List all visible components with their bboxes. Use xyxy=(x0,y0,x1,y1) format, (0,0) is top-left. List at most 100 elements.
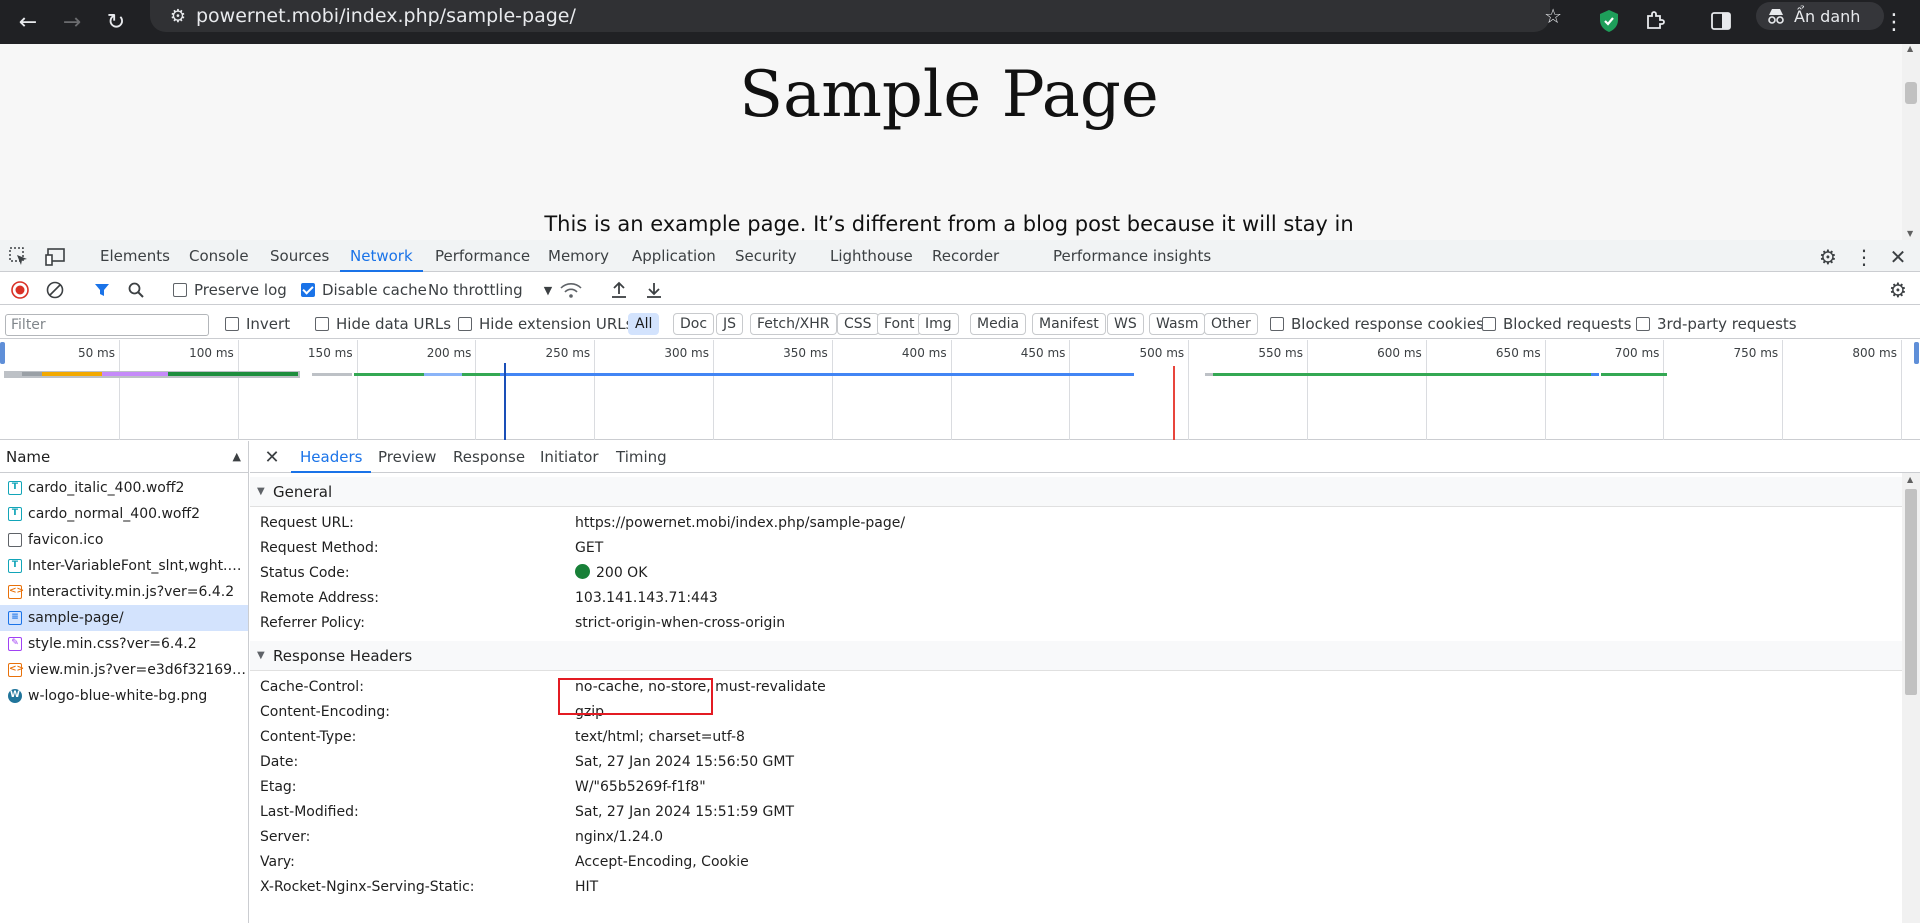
filter-type-css[interactable]: CSS xyxy=(837,313,879,335)
tab-response[interactable]: Response xyxy=(453,441,525,473)
request-row[interactable]: <> interactivity.min.js?ver=6.4.2 xyxy=(0,579,248,605)
header-value[interactable]: GET xyxy=(575,536,603,561)
network-settings-gear-icon[interactable]: ⚙ xyxy=(1886,278,1910,302)
request-row[interactable]: <> view.min.js?ver=e3d6f3216904ee1a7f3a xyxy=(0,657,248,683)
detail-scrollbar-thumb[interactable] xyxy=(1905,489,1917,695)
filter-type-doc[interactable]: Doc xyxy=(673,313,715,335)
header-value[interactable]: text/html; charset=utf-8 xyxy=(575,725,745,750)
timeline-range-handle-right[interactable] xyxy=(1914,342,1919,364)
filter-type-ws[interactable]: WS xyxy=(1107,313,1144,335)
invert-checkbox[interactable]: Invert xyxy=(225,315,290,333)
tab-headers[interactable]: Headers xyxy=(290,441,372,473)
network-timeline-overview[interactable]: 50 ms 100 ms 150 ms 200 ms 250 ms 300 ms 350 m… xyxy=(0,340,1920,440)
request-row[interactable]: T Inter-VariableFont_slnt,wght.woff2 xyxy=(0,553,248,579)
browser-menu-icon[interactable]: ⋮ xyxy=(1878,6,1910,38)
name-column-header[interactable]: Name ▲ xyxy=(0,441,249,473)
header-value[interactable]: nginx/1.24.0 xyxy=(575,825,663,850)
tab-performance[interactable]: Performance xyxy=(435,240,530,272)
general-section-header[interactable]: ▼ General xyxy=(250,477,1902,507)
scroll-up-arrow-icon[interactable]: ▲ xyxy=(1907,475,1913,484)
tab-recorder[interactable]: Recorder xyxy=(932,240,999,272)
scroll-up-arrow-icon[interactable]: ▲ xyxy=(1907,44,1913,53)
page-scrollbar[interactable]: ▲ ▼ xyxy=(1902,44,1920,240)
address-bar[interactable]: ⚙ powernet.mobi/index.php/sample-page/ ☆ xyxy=(150,0,1562,32)
close-detail-icon[interactable]: ✕ xyxy=(262,447,282,468)
tab-sources[interactable]: Sources xyxy=(270,240,329,272)
request-row[interactable]: favicon.ico xyxy=(0,527,248,553)
header-value[interactable]: Sat, 27 Jan 2024 15:51:59 GMT xyxy=(575,800,794,825)
import-har-upload-icon[interactable] xyxy=(608,280,630,300)
request-row[interactable]: ≡ sample-page/ xyxy=(0,605,248,631)
record-stop-icon[interactable] xyxy=(10,280,30,300)
disable-cache-checkbox[interactable]: Disable cache xyxy=(301,281,427,299)
filter-type-fetch-xhr[interactable]: Fetch/XHR xyxy=(750,313,837,335)
side-panel-icon[interactable] xyxy=(1706,6,1736,36)
throttling-select[interactable]: No throttling ▼ xyxy=(428,281,552,299)
response-headers-section-header[interactable]: ▼ Response Headers xyxy=(250,641,1902,671)
header-value[interactable]: Accept-Encoding, Cookie xyxy=(575,850,749,875)
clear-log-icon[interactable] xyxy=(45,280,65,300)
tab-application[interactable]: Application xyxy=(632,240,716,272)
preserve-log-checkbox[interactable]: Preserve log xyxy=(173,281,287,299)
timeline-bar xyxy=(312,373,352,376)
inspect-element-icon[interactable] xyxy=(8,246,30,268)
reload-icon[interactable]: ↻ xyxy=(100,6,132,38)
scroll-down-arrow-icon[interactable]: ▼ xyxy=(1907,229,1913,238)
timeline-range-handle-left[interactable] xyxy=(0,342,5,364)
filter-funnel-icon[interactable] xyxy=(92,280,112,300)
tab-preview[interactable]: Preview xyxy=(378,441,436,473)
shield-extension-icon[interactable] xyxy=(1594,6,1624,36)
bookmark-star-icon[interactable]: ☆ xyxy=(1544,4,1562,28)
devtools-more-menu-icon[interactable]: ⋮ xyxy=(1854,245,1874,269)
header-value[interactable]: 103.141.143.71:443 xyxy=(575,586,718,611)
tab-timing[interactable]: Timing xyxy=(616,441,667,473)
back-arrow-icon[interactable]: ← xyxy=(12,6,44,38)
hide-data-urls-checkbox[interactable]: Hide data URLs xyxy=(315,315,451,333)
filter-type-manifest[interactable]: Manifest xyxy=(1032,313,1106,335)
filter-type-wasm[interactable]: Wasm xyxy=(1149,313,1206,335)
filter-type-other[interactable]: Other xyxy=(1204,313,1258,335)
tab-memory[interactable]: Memory xyxy=(548,240,609,272)
search-icon[interactable] xyxy=(126,280,146,300)
incognito-indicator[interactable]: Ẩn danh xyxy=(1756,2,1884,30)
devtools-settings-gear-icon[interactable]: ⚙ xyxy=(1816,245,1840,269)
request-row[interactable]: Tcardo_italic_400.woff2 xyxy=(0,475,248,501)
filter-type-js[interactable]: JS xyxy=(716,313,744,335)
request-row[interactable]: Ww-logo-blue-white-bg.png xyxy=(0,683,248,709)
filter-input[interactable]: Filter xyxy=(5,314,209,336)
filter-type-font[interactable]: Font xyxy=(877,313,922,335)
tab-initiator[interactable]: Initiator xyxy=(540,441,599,473)
filter-type-media[interactable]: Media xyxy=(970,313,1027,335)
header-value[interactable]: Sat, 27 Jan 2024 15:56:50 GMT xyxy=(575,750,794,775)
tab-security[interactable]: Security xyxy=(735,240,797,272)
hide-extension-urls-checkbox[interactable]: Hide extension URLs xyxy=(458,315,633,333)
extensions-puzzle-icon[interactable] xyxy=(1640,6,1670,36)
filter-type-all[interactable]: All xyxy=(628,313,660,335)
tab-performance-insights[interactable]: Performance insights xyxy=(1053,240,1211,272)
tab-elements[interactable]: Elements xyxy=(100,240,170,272)
filter-type-img[interactable]: Img xyxy=(918,313,959,335)
device-toolbar-icon[interactable] xyxy=(44,246,68,268)
network-conditions-wifi-icon[interactable] xyxy=(560,280,582,300)
blocked-response-cookies-checkbox[interactable]: Blocked response cookies xyxy=(1270,315,1484,333)
header-value[interactable]: HIT xyxy=(575,875,598,900)
export-har-download-icon[interactable] xyxy=(643,280,665,300)
header-value[interactable]: 200 OK xyxy=(575,561,647,586)
tab-lighthouse[interactable]: Lighthouse xyxy=(830,240,913,272)
request-row[interactable]: Tcardo_normal_400.woff2 xyxy=(0,501,248,527)
request-row[interactable]: ✎ style.min.css?ver=6.4.2 xyxy=(0,631,248,657)
header-value[interactable]: strict-origin-when-cross-origin xyxy=(575,611,785,636)
blocked-requests-checkbox[interactable]: Blocked requests xyxy=(1482,315,1631,333)
third-party-requests-checkbox[interactable]: 3rd-party requests xyxy=(1636,315,1797,333)
forward-arrow-icon[interactable]: → xyxy=(56,6,88,38)
detail-scrollbar[interactable]: ▲ xyxy=(1902,473,1920,923)
header-value[interactable]: https://powernet.mobi/index.php/sample-p… xyxy=(575,511,905,536)
site-info-icon[interactable]: ⚙ xyxy=(166,4,190,28)
page-scrollbar-thumb[interactable] xyxy=(1905,82,1917,104)
address-url[interactable]: powernet.mobi/index.php/sample-page/ xyxy=(196,5,576,27)
tab-console[interactable]: Console xyxy=(189,240,249,272)
devtools-close-icon[interactable]: ✕ xyxy=(1886,245,1910,269)
header-value[interactable]: W/"65b5269f-f1f8" xyxy=(575,775,706,800)
tab-network[interactable]: Network xyxy=(340,240,423,272)
sort-ascending-icon[interactable]: ▲ xyxy=(233,441,241,473)
